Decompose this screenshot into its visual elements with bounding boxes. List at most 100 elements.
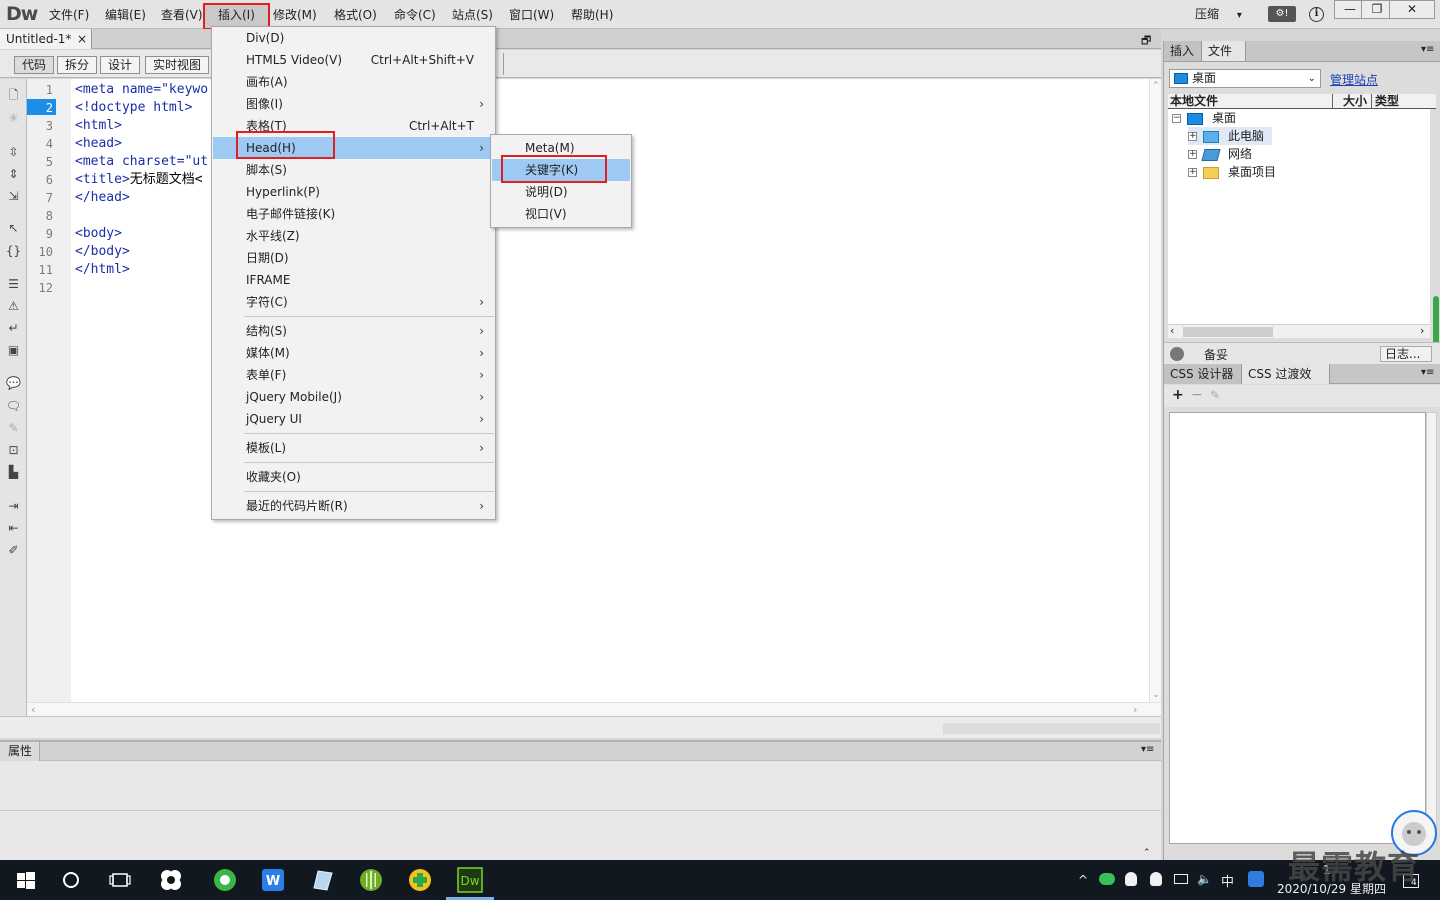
network-tray-icon[interactable] — [1174, 874, 1188, 884]
ime-indicator[interactable]: 中 — [1221, 871, 1234, 890]
expand-icon[interactable]: ⌃ — [1143, 848, 1151, 858]
insert-menu-item[interactable]: Hyperlink(P) — [213, 181, 494, 203]
menu-command[interactable]: 命令(C) — [394, 5, 436, 25]
info-icon[interactable]: i — [1309, 7, 1324, 22]
browser-icon[interactable] — [211, 866, 239, 894]
workspace-switcher[interactable]: 压缩 ▾ — [1195, 5, 1242, 22]
code-vertical-scrollbar[interactable]: ⌃ ⌄ — [1149, 79, 1161, 702]
collapse-tag-icon[interactable]: ⇳ — [5, 145, 22, 160]
scroll-down-icon[interactable]: ⌄ — [1152, 690, 1160, 700]
manage-site-link[interactable]: 管理站点 — [1330, 71, 1378, 88]
panel-menu-icon[interactable]: ▾≡ — [1141, 744, 1154, 755]
view-design-button[interactable]: 设计 — [100, 56, 140, 74]
insert-menu-item[interactable]: 画布(A) — [213, 71, 494, 93]
code-horizontal-scrollbar[interactable]: ‹ › — [27, 702, 1161, 716]
menu-help[interactable]: 帮助(H) — [571, 5, 613, 25]
restore-document-icon[interactable]: 🗗 — [1141, 32, 1151, 51]
insert-menu-item[interactable]: 字符(C) › — [213, 291, 494, 313]
wechat-icon[interactable] — [1099, 873, 1115, 885]
head-submenu-item[interactable]: Meta(M) — [492, 137, 630, 159]
edit-icon[interactable]: ✎ — [1210, 388, 1220, 402]
insert-menu-item[interactable]: 收藏夹(O) — [213, 466, 494, 488]
scroll-left-icon[interactable]: ‹ — [1170, 324, 1174, 337]
insert-menu-item[interactable]: 结构(S) › — [213, 320, 494, 342]
tree-item-network[interactable]: + 网络 — [1188, 145, 1252, 163]
task-view-icon[interactable] — [106, 866, 134, 894]
close-button[interactable]: ✕ — [1389, 0, 1435, 19]
notes-app-icon[interactable] — [308, 866, 336, 894]
volume-icon[interactable]: 🔈 — [1197, 872, 1212, 886]
expand-icon[interactable]: + — [1188, 132, 1197, 141]
menu-view[interactable]: 查看(V) — [161, 5, 203, 25]
document-tab[interactable]: Untitled-1* × — [0, 29, 92, 49]
menu-window[interactable]: 窗口(W) — [509, 5, 554, 25]
show-code-navigator-icon[interactable]: ✳ — [5, 111, 22, 126]
tab-files[interactable]: 文件 — [1202, 41, 1246, 61]
properties-tab[interactable]: 属性 — [0, 742, 40, 761]
remove-comment-icon[interactable]: 🗨 — [5, 399, 22, 414]
menu-insert[interactable]: 插入(I) — [218, 5, 255, 25]
word-wrap-icon[interactable]: ↵ — [5, 321, 22, 336]
format-source-icon[interactable]: ✐ — [5, 543, 22, 558]
insert-menu-item[interactable]: 表格(T) Ctrl+Alt+T — [213, 115, 494, 137]
wrap-tag-icon[interactable]: ✎ — [5, 421, 22, 436]
column-size[interactable]: 大小 — [1343, 94, 1367, 109]
add-icon[interactable]: + — [1172, 387, 1184, 403]
panel-menu-icon[interactable]: ▾≡ — [1421, 367, 1434, 378]
insert-menu-item[interactable]: HTML5 Video(V) Ctrl+Alt+Shift+V — [213, 49, 494, 71]
head-submenu-item[interactable]: 视口(V) — [492, 203, 630, 225]
scroll-thumb[interactable] — [1183, 327, 1273, 337]
recent-snippets-icon[interactable]: ⊡ — [5, 443, 22, 458]
insert-menu-item[interactable]: 日期(D) — [213, 247, 494, 269]
remove-icon[interactable]: − — [1191, 387, 1203, 403]
wps-writer-icon[interactable]: W — [259, 866, 287, 894]
dreamweaver-icon[interactable]: Dw — [456, 866, 484, 894]
tree-item-desktop[interactable]: − 桌面 — [1172, 109, 1236, 127]
insert-menu-item[interactable]: 最近的代码片断(R) › — [213, 495, 494, 517]
game-app-icon[interactable] — [357, 866, 385, 894]
tab-insert[interactable]: 插入 — [1164, 41, 1202, 61]
view-code-button[interactable]: 代码 — [14, 56, 54, 74]
head-submenu-item[interactable]: 关键字(K) — [492, 159, 630, 181]
tray-chevron-icon[interactable]: ^ — [1078, 873, 1088, 887]
tree-item-this-pc[interactable]: + 此电脑 — [1188, 127, 1273, 145]
insert-menu-item[interactable]: 媒体(M) › — [213, 342, 494, 364]
view-live-button[interactable]: 实时视图 — [145, 56, 209, 74]
scroll-left-icon[interactable]: ‹ — [31, 703, 35, 716]
search-icon[interactable] — [57, 866, 85, 894]
expand-all-icon[interactable]: ⇲ — [5, 189, 22, 204]
tab-css-designer[interactable]: CSS 设计器 — [1164, 364, 1242, 384]
select-parent-tag-icon[interactable]: ↖ — [5, 221, 22, 236]
scroll-up-icon[interactable]: ⌃ — [1152, 81, 1160, 91]
column-local-files[interactable]: 本地文件 — [1170, 94, 1218, 109]
insert-menu-item[interactable]: IFRAME — [213, 269, 494, 291]
insert-menu-item[interactable]: Head(H) › — [213, 137, 494, 159]
head-submenu-item[interactable]: 说明(D) — [492, 181, 630, 203]
menu-site[interactable]: 站点(S) — [452, 5, 493, 25]
scroll-right-icon[interactable]: › — [1420, 324, 1424, 337]
expand-icon[interactable]: + — [1188, 168, 1197, 177]
syntax-coloring-icon[interactable]: ▣ — [5, 343, 22, 358]
insert-menu-item[interactable]: jQuery Mobile(J) › — [213, 386, 494, 408]
app-pinwheel-icon[interactable] — [157, 866, 185, 894]
open-documents-icon[interactable]: 🗋 — [5, 88, 22, 103]
expand-icon[interactable]: + — [1188, 150, 1197, 159]
file-tree-horizontal-scrollbar[interactable]: ‹ › — [1168, 324, 1430, 338]
insert-menu-item[interactable]: 脚本(S) — [213, 159, 494, 181]
insert-menu-item[interactable]: 水平线(Z) — [213, 225, 494, 247]
log-button[interactable]: 日志... — [1380, 346, 1432, 362]
line-numbers-icon[interactable]: ☰ — [5, 277, 22, 292]
insert-menu-item[interactable]: 图像(I) › — [213, 93, 494, 115]
security-app-icon[interactable] — [406, 866, 434, 894]
indent-icon[interactable]: ⇥ — [5, 499, 22, 514]
insert-menu-item[interactable]: 模板(L) › — [213, 437, 494, 459]
collapse-selection-icon[interactable]: ⇕ — [5, 167, 22, 182]
collapse-icon[interactable]: − — [1172, 114, 1181, 123]
insert-menu-item[interactable]: 电子邮件链接(K) — [213, 203, 494, 225]
site-select[interactable]: 桌面 ⌄ — [1169, 69, 1321, 88]
close-icon[interactable]: × — [77, 29, 87, 49]
qq-icon[interactable] — [1125, 872, 1137, 886]
highlight-invalid-code-icon[interactable]: ⚠ — [5, 299, 22, 314]
status-bar-scroll-thumb[interactable] — [943, 723, 1160, 734]
balance-braces-icon[interactable]: {} — [5, 244, 22, 259]
